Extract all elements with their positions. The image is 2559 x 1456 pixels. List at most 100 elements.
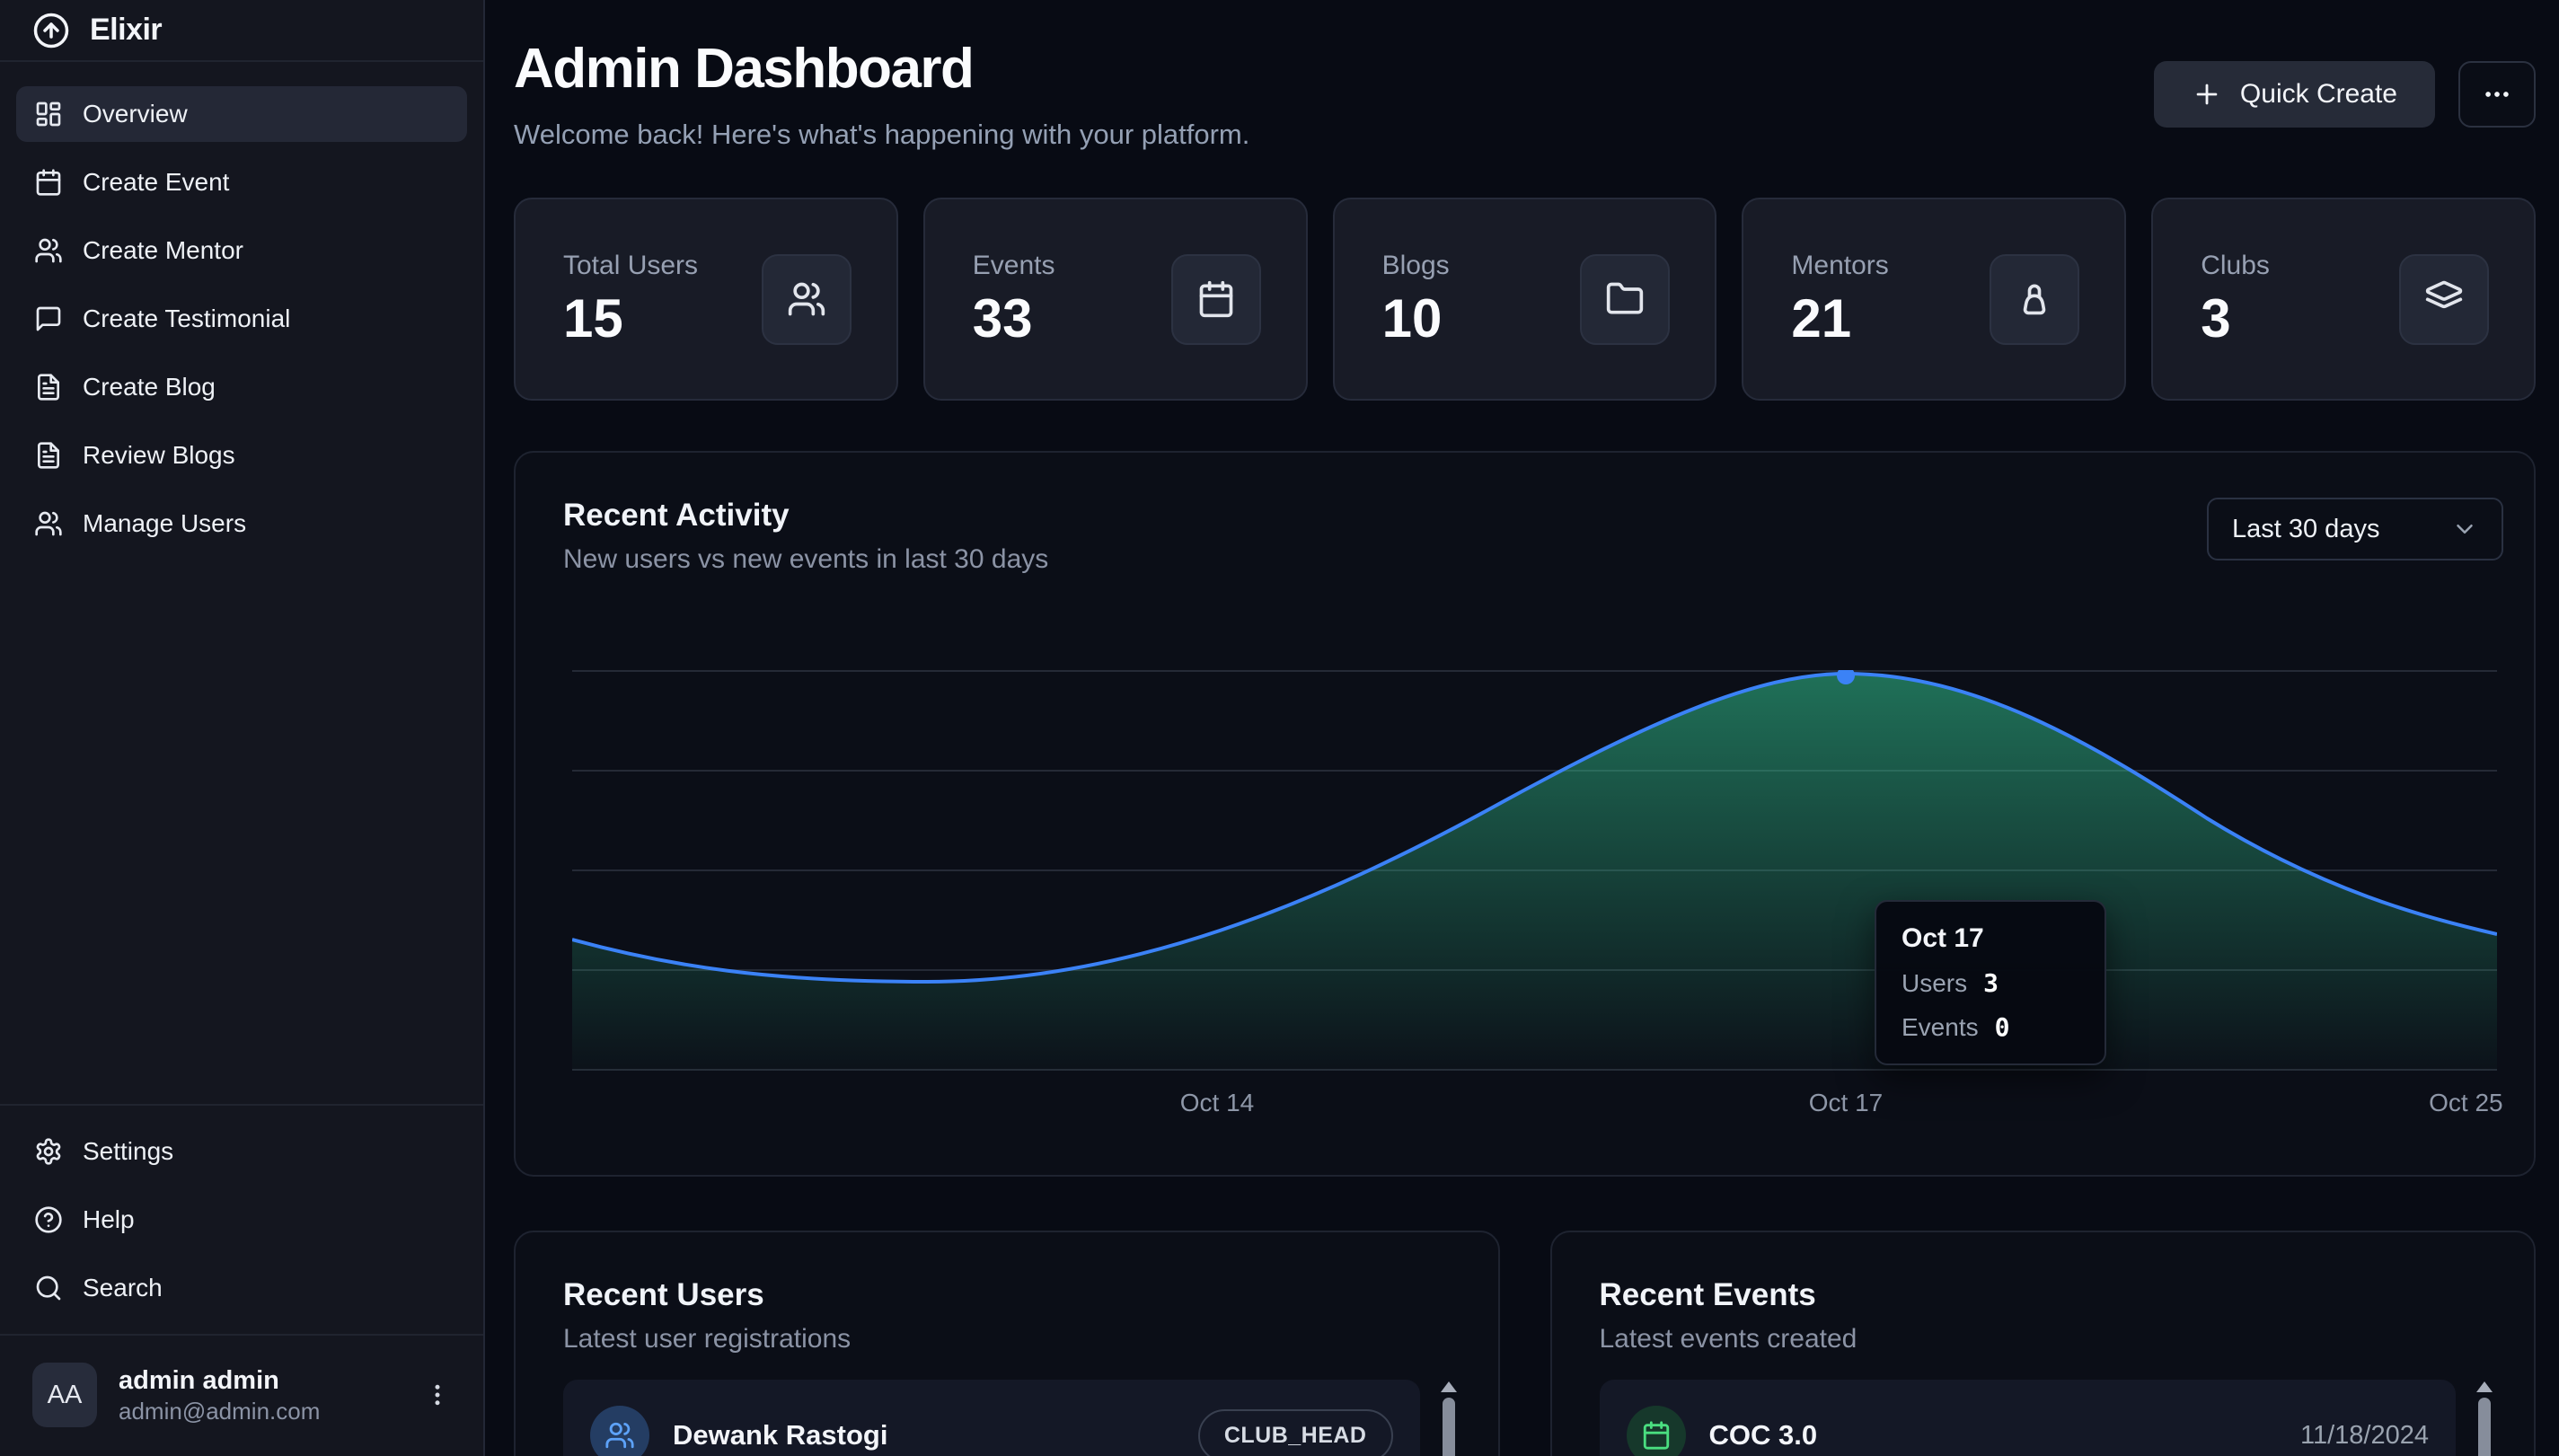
scrollbar-thumb[interactable]: [1443, 1398, 1455, 1456]
sidebar-item-label: Manage Users: [83, 509, 246, 538]
event-name: COC 3.0: [1709, 1419, 2278, 1452]
page-subtitle: Welcome back! Here's what's happening wi…: [514, 119, 1249, 151]
date-range-select[interactable]: Last 30 days: [2207, 498, 2503, 560]
sidebar-item-settings[interactable]: Settings: [16, 1124, 467, 1179]
x-tick: Oct 17: [1809, 1089, 1883, 1117]
scroll-up-arrow[interactable]: [2476, 1381, 2493, 1392]
sidebar-item-search[interactable]: Search: [16, 1260, 467, 1316]
quick-create-button[interactable]: Quick Create: [2154, 61, 2435, 128]
search-icon: [34, 1274, 63, 1302]
users-area-fill: [572, 674, 2497, 1071]
page-title: Admin Dashboard: [514, 40, 1249, 99]
tooltip-users-label: Users: [1902, 969, 1967, 998]
x-axis-labels: Oct 14 Oct 17 Oct 25: [572, 1089, 2497, 1125]
tooltip-date: Oct 17: [1902, 923, 2079, 954]
sidebar-item-label: Review Blogs: [83, 441, 235, 470]
user-profile[interactable]: AA admin admin admin@admin.com: [0, 1336, 483, 1456]
sidebar-item-create-event[interactable]: Create Event: [16, 154, 467, 210]
stat-value: 10: [1382, 288, 1450, 349]
chart-tooltip: Oct 17 Users 3 Events 0: [1875, 900, 2106, 1065]
circle-arrow-up-icon: [32, 12, 70, 49]
sidebar-item-overview[interactable]: Overview: [16, 86, 467, 142]
recent-events-card: Recent Events Latest events created COC …: [1550, 1231, 2537, 1456]
sidebar-item-manage-users[interactable]: Manage Users: [16, 496, 467, 552]
users-icon: [604, 1420, 635, 1451]
event-date: 11/18/2024: [2300, 1421, 2429, 1451]
user-email: admin@admin.com: [119, 1397, 402, 1425]
calendar-icon: [1641, 1420, 1672, 1451]
recent-activity-card: Recent Activity New users vs new events …: [514, 451, 2536, 1177]
sidebar-item-label: Help: [83, 1205, 135, 1234]
calendar-icon: [34, 168, 63, 197]
sidebar-item-create-testimonial[interactable]: Create Testimonial: [16, 291, 467, 347]
recent-users-card: Recent Users Latest user registrations D…: [514, 1231, 1500, 1456]
sidebar-item-label: Overview: [83, 100, 188, 128]
scrollbar[interactable]: [1441, 1381, 1457, 1456]
app-name: Elixir: [90, 13, 162, 48]
main-content: Admin Dashboard Welcome back! Here's wha…: [485, 0, 2559, 1456]
user-name: admin admin: [119, 1364, 402, 1397]
stat-label: Clubs: [2201, 249, 2270, 283]
file-text-icon: [34, 441, 63, 470]
bottom-row: Recent Users Latest user registrations D…: [514, 1231, 2536, 1456]
sidebar-item-label: Create Mentor: [83, 236, 243, 265]
stat-label: Events: [973, 249, 1055, 283]
ellipsis-horizontal-icon: [2482, 79, 2512, 110]
layout-dashboard-icon: [34, 100, 63, 128]
avatar: AA: [32, 1363, 97, 1427]
chart-title: Recent Activity: [563, 498, 1048, 534]
scroll-up-arrow[interactable]: [1441, 1381, 1457, 1392]
chevron-down-icon: [2451, 516, 2478, 543]
file-text-icon: [34, 373, 63, 402]
sidebar-item-help[interactable]: Help: [16, 1192, 467, 1248]
stats-row: Total Users 15 Events 33 Blogs 10: [514, 198, 2536, 401]
stat-card-total-users: Total Users 15: [514, 198, 898, 401]
ellipsis-vertical-icon[interactable]: [424, 1381, 451, 1408]
tooltip-users-value: 3: [1983, 968, 1999, 998]
users-icon: [34, 509, 63, 538]
stat-value: 15: [563, 288, 698, 349]
sidebar-item-review-blogs[interactable]: Review Blogs: [16, 428, 467, 483]
app-logo-header: Elixir: [0, 0, 483, 62]
scrollbar-thumb[interactable]: [2478, 1398, 2491, 1456]
stat-label: Blogs: [1382, 249, 1450, 283]
x-tick: Oct 25: [2429, 1089, 2502, 1117]
scrollbar[interactable]: [2476, 1381, 2493, 1456]
sidebar-item-label: Settings: [83, 1137, 173, 1166]
sidebar: Elixir Overview Create Event Create Ment…: [0, 0, 485, 1456]
stat-label: Total Users: [563, 249, 698, 283]
users-icon: [787, 279, 826, 319]
stat-value: 3: [2201, 288, 2270, 349]
event-list-item[interactable]: COC 3.0 11/18/2024: [1600, 1380, 2457, 1456]
chart-subtitle: New users vs new events in last 30 days: [563, 544, 1048, 575]
tooltip-events-label: Events: [1902, 1013, 1979, 1042]
tooltip-events-value: 0: [1995, 1012, 2010, 1042]
stat-label: Mentors: [1791, 249, 1888, 283]
plus-icon: [2192, 79, 2222, 110]
sidebar-footer-nav: Settings Help Search: [0, 1106, 483, 1334]
sidebar-item-create-mentor[interactable]: Create Mentor: [16, 223, 467, 278]
sidebar-item-label: Create Blog: [83, 373, 216, 402]
activity-area-chart[interactable]: [572, 670, 2497, 1071]
sidebar-item-create-blog[interactable]: Create Blog: [16, 359, 467, 415]
user-name: Dewank Rastogi: [673, 1419, 1175, 1452]
x-tick: Oct 14: [1180, 1089, 1254, 1117]
user-list-item[interactable]: Dewank Rastogi CLUB_HEAD: [563, 1380, 1420, 1456]
sidebar-item-label: Create Event: [83, 168, 229, 197]
stat-card-clubs: Clubs 3: [2151, 198, 2536, 401]
help-circle-icon: [34, 1205, 63, 1234]
avatar: [1627, 1406, 1686, 1456]
role-badge: CLUB_HEAD: [1198, 1409, 1393, 1456]
message-square-icon: [34, 304, 63, 333]
gear-icon: [34, 1137, 63, 1166]
users-icon: [34, 236, 63, 265]
recent-events-subtitle: Latest events created: [1600, 1324, 2487, 1355]
lock-icon: [2015, 279, 2054, 319]
stat-value: 21: [1791, 288, 1888, 349]
sidebar-item-label: Create Testimonial: [83, 304, 290, 333]
recent-users-subtitle: Latest user registrations: [563, 1324, 1451, 1355]
sidebar-spacer: [0, 552, 483, 1104]
more-options-button[interactable]: [2458, 61, 2536, 128]
stat-value: 33: [973, 288, 1055, 349]
recent-users-list: Dewank Rastogi CLUB_HEAD: [563, 1380, 1451, 1456]
